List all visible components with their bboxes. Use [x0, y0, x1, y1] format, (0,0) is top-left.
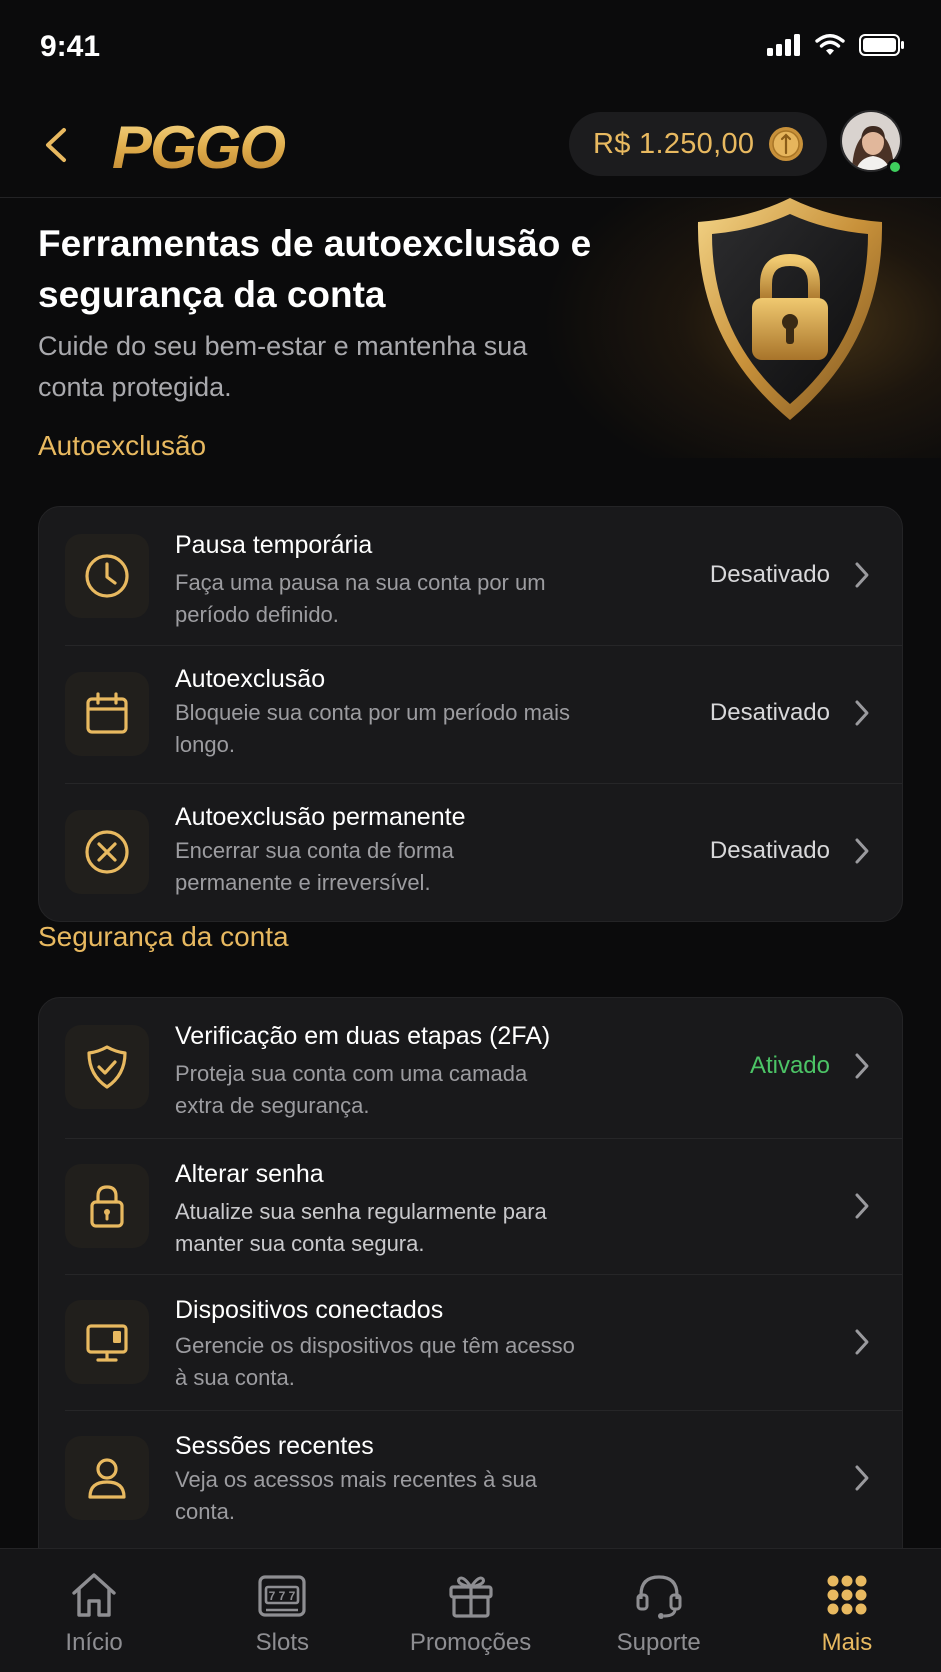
svg-text:7 7 7: 7 7 7: [269, 1589, 296, 1603]
item-description: Faça uma pausa na sua conta por um perío…: [175, 570, 546, 627]
list-item-temporary-pause[interactable]: Pausa temporária Faça uma pausa na sua c…: [39, 507, 902, 645]
section-title-account-security: Segurança da conta: [38, 921, 289, 952]
cellular-signal-icon: [767, 34, 800, 56]
battery-icon: [859, 34, 904, 56]
item-description: Encerrar sua conta de forma permanente e…: [175, 838, 454, 895]
user-icon: [88, 1458, 126, 1499]
status-time: 9:41: [40, 30, 101, 63]
page-subtitle: Cuide do seu bem-estar e mantenha sua co…: [38, 331, 528, 402]
status-bar: 9:41: [0, 0, 941, 96]
page-title: Ferramentas de autoexclusão e segurança …: [38, 223, 592, 315]
item-description: Gerencie os dispositivos que têm acesso …: [175, 1333, 575, 1390]
status-label: Ativado: [749, 1052, 830, 1079]
section-title-self-exclusion: Autoexclusão: [38, 430, 207, 461]
item-description: Atualize sua senha regularmente para man…: [175, 1199, 547, 1256]
monitor-icon: [86, 1324, 128, 1362]
nav-label: Promoções: [409, 1629, 532, 1656]
chevron-left-icon: [46, 128, 66, 162]
home-icon: [72, 1573, 116, 1617]
chevron-right-icon: [855, 700, 869, 726]
app-header: PGGO R$ 1.250,00: [0, 96, 941, 198]
calendar-icon: [86, 692, 128, 734]
item-title: Verificação em duas etapas (2FA): [175, 1022, 551, 1050]
hero-banner: Ferramentas de autoexclusão e segurança …: [0, 198, 941, 458]
item-title: Alterar senha: [175, 1160, 324, 1188]
item-title: Sessões recentes: [175, 1432, 374, 1460]
list-item-permanent-self-exclusion[interactable]: Autoexclusão permanente Encerrar sua con…: [39, 783, 902, 921]
status-label: Desativado: [709, 837, 830, 864]
lock-icon: [90, 1185, 124, 1228]
item-description: Bloqueie sua conta por um período mais l…: [175, 700, 571, 757]
chevron-right-icon: [855, 562, 869, 588]
nav-label: Mais: [821, 1629, 873, 1656]
chevron-right-icon: [855, 1465, 869, 1491]
account-security-card: Verificação em duas etapas (2FA) Proteja…: [38, 997, 903, 1549]
list-item-connected-devices[interactable]: Dispositivos conectados Gerencie os disp…: [39, 1274, 902, 1410]
shield-check-icon: [87, 1045, 127, 1089]
nav-item-home[interactable]: Início: [0, 1549, 188, 1672]
list-item-change-password[interactable]: Alterar senha Atualize sua senha regular…: [39, 1138, 902, 1274]
back-button[interactable]: [36, 120, 80, 170]
slot-machine-icon: 7 7 7: [258, 1575, 306, 1617]
svg-text:PGGO: PGGO: [112, 114, 285, 178]
item-description: Proteja sua conta com uma camada extra d…: [175, 1061, 528, 1118]
item-description: Veja os acessos mais recentes à sua cont…: [175, 1467, 537, 1524]
status-icons: [767, 34, 905, 56]
nav-item-slots[interactable]: 7 7 7 Slots: [188, 1549, 376, 1672]
shield-lock-illustration: [697, 198, 883, 420]
chevron-right-icon: [855, 838, 869, 864]
balance-amount: R$ 1.250,00: [593, 127, 755, 160]
item-title: Pausa temporária: [175, 531, 373, 559]
nav-item-more[interactable]: Mais: [753, 1549, 941, 1672]
nav-item-support[interactable]: Suporte: [565, 1549, 753, 1672]
headset-icon: [636, 1575, 682, 1619]
item-title: Dispositivos conectados: [175, 1296, 444, 1324]
x-circle-icon: [85, 830, 129, 874]
status-label: Desativado: [709, 699, 830, 726]
online-status-dot: [887, 159, 903, 175]
nav-label: Slots: [255, 1629, 309, 1656]
list-item-self-exclusion[interactable]: Autoexclusão Bloqueie sua conta por um p…: [39, 645, 902, 783]
chevron-right-icon: [855, 1053, 869, 1079]
balance-pill[interactable]: R$ 1.250,00: [569, 112, 827, 176]
coin-icon: [769, 127, 804, 161]
item-title: Autoexclusão: [175, 665, 326, 693]
chevron-right-icon: [855, 1193, 869, 1219]
nav-label: Suporte: [616, 1629, 701, 1656]
nav-label: Início: [65, 1629, 123, 1656]
nav-item-promotions[interactable]: Promoções: [376, 1549, 564, 1672]
bottom-navigation: Início 7 7 7 Slots Promoções Suporte Mai…: [0, 1548, 941, 1672]
brand-logo[interactable]: PGGO: [112, 114, 322, 181]
gift-icon: [448, 1576, 493, 1618]
self-exclusion-card: Pausa temporária Faça uma pausa na sua c…: [38, 506, 903, 922]
list-item-two-factor[interactable]: Verificação em duas etapas (2FA) Proteja…: [39, 998, 902, 1138]
list-item-recent-sessions[interactable]: Sessões recentes Veja os acessos mais re…: [39, 1410, 902, 1548]
clock-icon: [85, 554, 129, 598]
chevron-right-icon: [855, 1329, 869, 1355]
wifi-icon: [815, 34, 845, 55]
grid-dots-icon: [827, 1575, 867, 1615]
item-title: Autoexclusão permanente: [175, 803, 466, 831]
status-label: Desativado: [709, 561, 830, 588]
